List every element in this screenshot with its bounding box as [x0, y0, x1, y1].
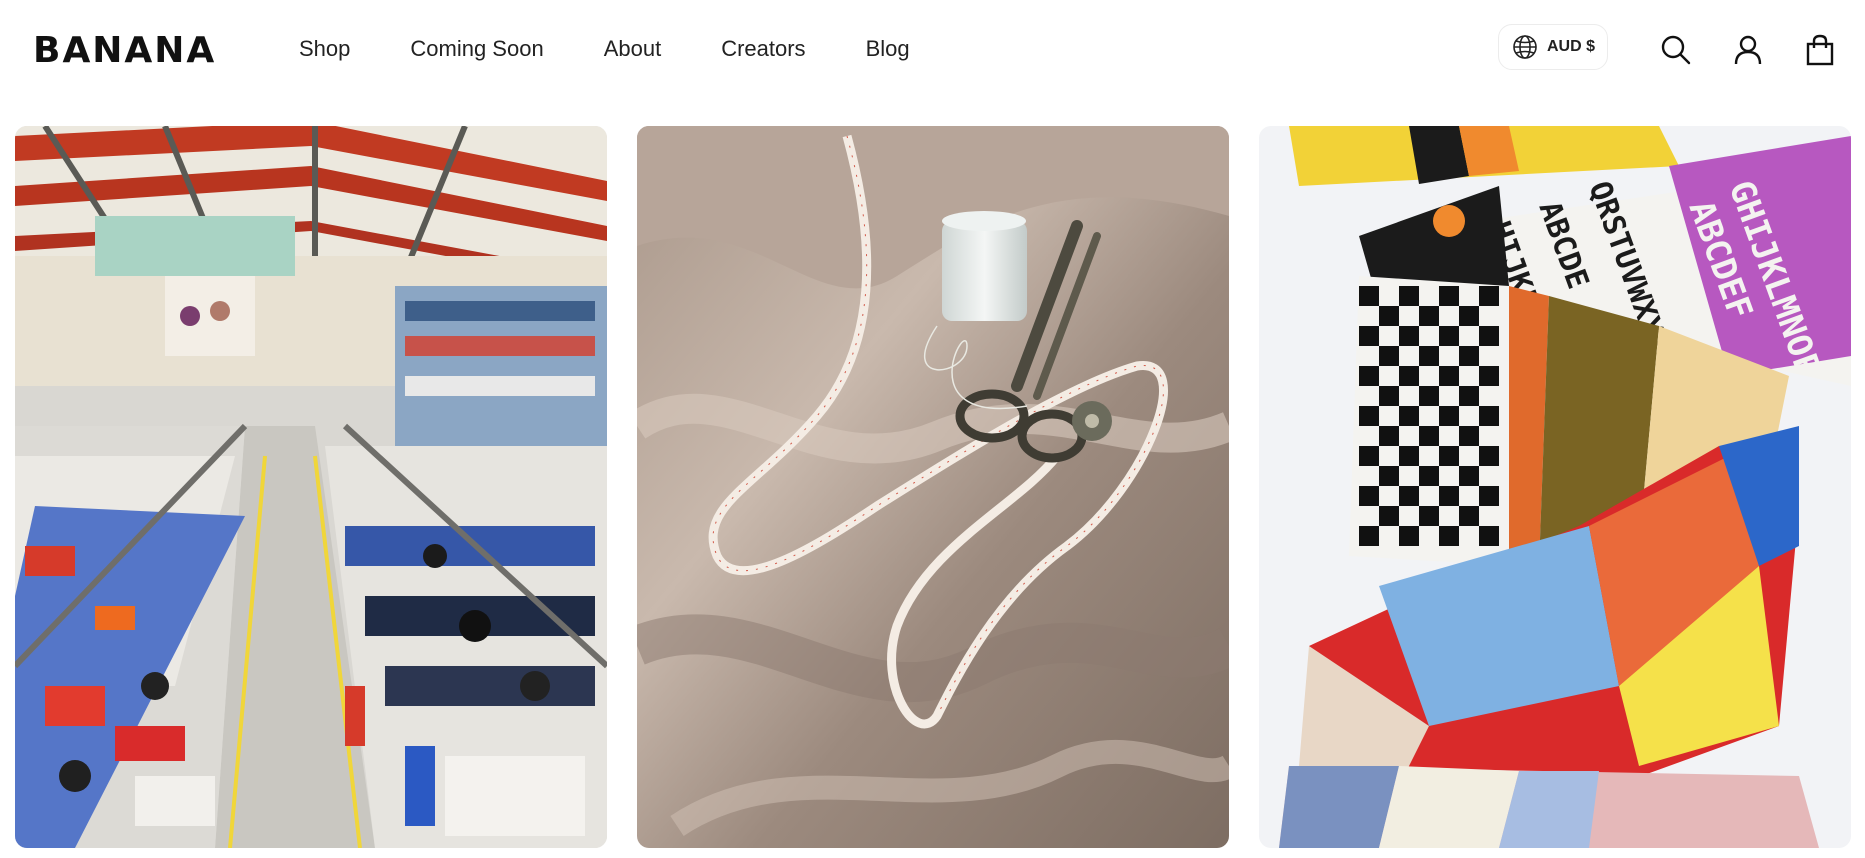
image-gallery: ABCDEF GHIJKLMNOP QRSTUVWXYZ ABCDE HIJKL: [15, 126, 1851, 848]
main-nav: Shop Coming Soon About Creators Blog: [299, 36, 970, 62]
sewing-tools-image: [637, 126, 1229, 848]
search-icon[interactable]: [1658, 32, 1694, 68]
gallery-card-sewing-tools[interactable]: [637, 126, 1229, 848]
globe-icon: [1511, 33, 1539, 61]
brand-logo[interactable]: BANANA: [33, 30, 216, 71]
factory-image: [15, 126, 607, 848]
shopping-bag-icon[interactable]: [1802, 32, 1838, 68]
nav-link-blog[interactable]: Blog: [866, 36, 910, 62]
knitwear-image: ABCDEF GHIJKLMNOP QRSTUVWXYZ ABCDE HIJKL: [1259, 126, 1851, 848]
nav-link-creators[interactable]: Creators: [721, 36, 805, 62]
site-header: BANANA Shop Coming Soon About Creators B…: [0, 0, 1865, 100]
user-icon[interactable]: [1730, 32, 1766, 68]
nav-link-coming-soon[interactable]: Coming Soon: [410, 36, 543, 62]
gallery-card-factory[interactable]: [15, 126, 607, 848]
currency-label: AUD $: [1546, 38, 1595, 55]
currency-selector[interactable]: AUD $: [1498, 24, 1608, 70]
nav-link-shop[interactable]: Shop: [299, 36, 350, 62]
nav-link-about[interactable]: About: [604, 36, 662, 62]
gallery-card-knitwear[interactable]: ABCDEF GHIJKLMNOP QRSTUVWXYZ ABCDE HIJKL: [1259, 126, 1851, 848]
